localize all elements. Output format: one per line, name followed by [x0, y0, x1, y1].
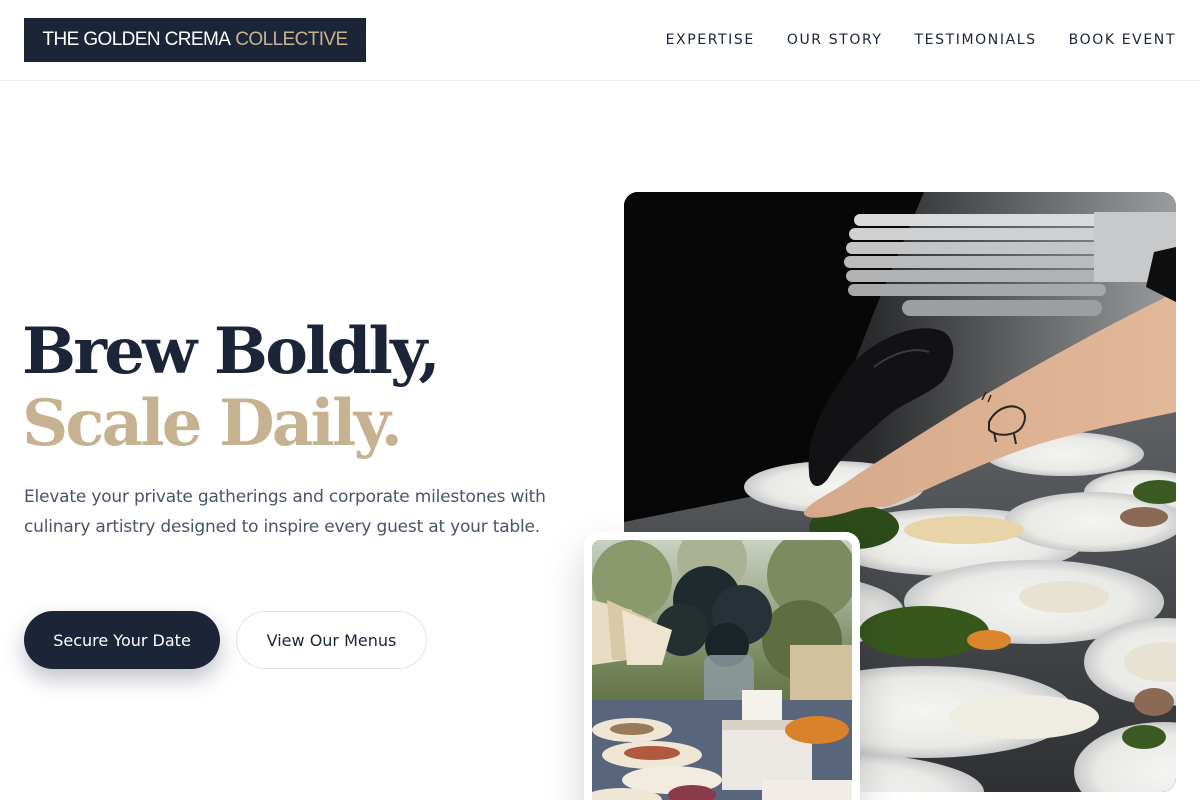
brand-name-primary: THE GOLDEN CREMA	[42, 29, 231, 50]
buffet-photo	[592, 540, 852, 800]
hero-title-line-1: Brew Boldly,	[22, 314, 441, 389]
hero-subtitle: Elevate your private gatherings and corp…	[24, 487, 546, 537]
nav-link-our-story[interactable]: OUR STORY	[787, 30, 883, 50]
brand-name-accent: COLLECTIVE	[235, 29, 348, 50]
nav-link-testimonials[interactable]: TESTIMONIALS	[915, 30, 1037, 50]
brand-logo[interactable]: THE GOLDEN CREMA COLLECTIVE	[24, 18, 366, 62]
nav-link-book-event[interactable]: BOOK EVENT	[1069, 30, 1176, 50]
site-header: THE GOLDEN CREMA COLLECTIVE EXPERTISE OU…	[0, 0, 1200, 81]
buffet-photo-card	[584, 532, 860, 800]
buffet-illustration	[592, 540, 852, 800]
secure-date-button[interactable]: Secure Your Date	[24, 611, 220, 669]
main-nav: EXPERTISE OUR STORY TESTIMONIALS BOOK EV…	[666, 30, 1176, 50]
view-menus-button[interactable]: View Our Menus	[236, 611, 427, 669]
nav-link-expertise[interactable]: EXPERTISE	[666, 30, 755, 50]
hero-title-line-2: Scale Daily.	[22, 386, 403, 461]
hero-title: Brew Boldly, Scale Daily.	[22, 314, 441, 461]
